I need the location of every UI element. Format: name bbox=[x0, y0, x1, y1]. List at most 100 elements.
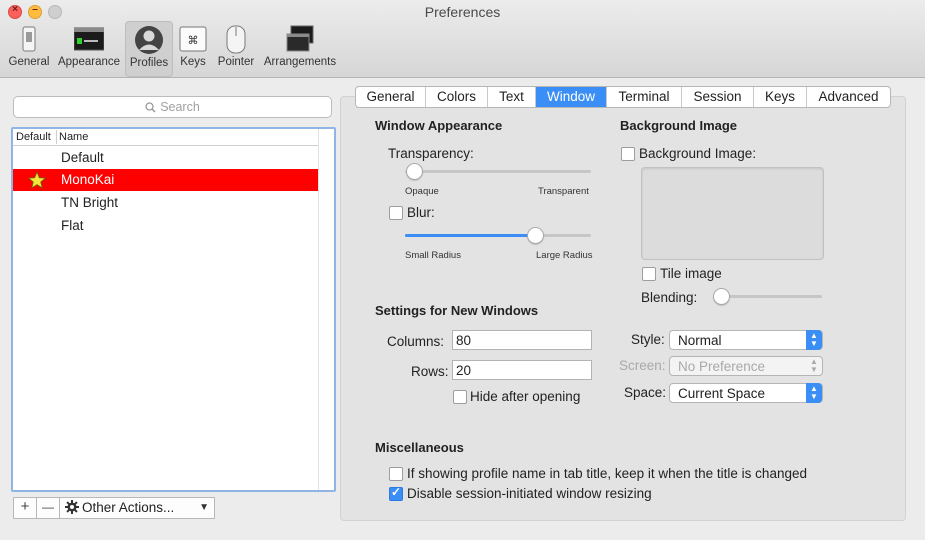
tab-window[interactable]: Window bbox=[536, 87, 607, 107]
background-image-label: Background Image: bbox=[639, 146, 757, 161]
svg-text:⌘: ⌘ bbox=[188, 34, 199, 47]
profile-row-tn-bright[interactable]: TN Bright bbox=[13, 192, 318, 214]
blending-label: Blending: bbox=[641, 290, 698, 305]
slider-track bbox=[405, 170, 591, 173]
toolbar-appearance-label: Appearance bbox=[57, 56, 121, 68]
profile-name: Flat bbox=[61, 218, 84, 233]
profile-tabs: General Colors Text Window Terminal Sess… bbox=[355, 86, 891, 108]
opaque-label: Opaque bbox=[405, 186, 439, 197]
column-divider bbox=[56, 130, 57, 144]
toolbar-profiles[interactable]: Profiles bbox=[125, 21, 173, 77]
toolbar-keys-label: Keys bbox=[180, 56, 206, 68]
user-silhouette-icon bbox=[134, 25, 164, 55]
toolbar-arrangements[interactable]: Arrangements bbox=[262, 21, 338, 75]
tab-text[interactable]: Text bbox=[488, 87, 536, 107]
profile-row-flat[interactable]: Flat bbox=[13, 215, 318, 237]
keep-profile-name-checkbox[interactable] bbox=[389, 467, 403, 481]
background-image-heading: Background Image bbox=[620, 118, 738, 133]
tile-image-checkbox[interactable] bbox=[642, 267, 656, 281]
space-value: Current Space bbox=[678, 386, 766, 401]
gear-icon bbox=[65, 500, 79, 519]
keyboard-key-icon: ⌘ bbox=[178, 24, 208, 54]
other-actions-dropdown[interactable]: Other Actions... ▼ bbox=[59, 497, 215, 519]
toolbar-pointer[interactable]: Pointer bbox=[214, 21, 258, 75]
other-actions-label: Other Actions... bbox=[82, 500, 175, 515]
screen-select: No Preference ▲ ▼ bbox=[669, 356, 823, 376]
miscellaneous-heading: Miscellaneous bbox=[375, 440, 464, 455]
profile-row-monokai[interactable]: MonoKai bbox=[13, 169, 318, 191]
space-label: Space: bbox=[624, 385, 667, 400]
toolbar-general[interactable]: General bbox=[6, 21, 52, 75]
stacked-windows-icon bbox=[285, 24, 315, 54]
add-profile-button[interactable]: + bbox=[13, 497, 37, 519]
chevron-down-icon: ▼ bbox=[199, 502, 209, 513]
window-title: Preferences bbox=[424, 4, 501, 20]
screen-value: No Preference bbox=[678, 359, 766, 374]
search-icon bbox=[145, 102, 156, 113]
style-value: Normal bbox=[678, 333, 722, 348]
updown-chevron-icon: ▲ ▼ bbox=[810, 357, 818, 374]
slider-knob[interactable] bbox=[713, 288, 730, 305]
disable-resizing-label: Disable session-initiated window resizin… bbox=[407, 486, 652, 501]
disable-resizing-checkbox[interactable] bbox=[389, 485, 403, 501]
space-select[interactable]: Current Space ▲ ▼ bbox=[669, 383, 823, 403]
hide-after-opening-label: Hide after opening bbox=[470, 389, 581, 404]
toolbar-general-label: General bbox=[8, 56, 50, 68]
switch-icon bbox=[14, 24, 44, 54]
window-appearance-heading: Window Appearance bbox=[375, 118, 503, 133]
tab-keys[interactable]: Keys bbox=[754, 87, 807, 107]
columns-label: Columns: bbox=[387, 334, 445, 349]
blur-checkbox[interactable] bbox=[389, 206, 403, 220]
keep-profile-name-label: If showing profile name in tab title, ke… bbox=[407, 466, 807, 481]
style-label: Style: bbox=[631, 332, 665, 347]
profile-row-default[interactable]: Default bbox=[13, 147, 318, 169]
background-image-checkbox[interactable] bbox=[621, 147, 635, 161]
columns-field[interactable]: 80 bbox=[452, 330, 592, 350]
rows-field[interactable]: 20 bbox=[452, 360, 592, 380]
default-star-icon bbox=[27, 170, 47, 192]
tab-advanced[interactable]: Advanced bbox=[807, 87, 890, 107]
profile-name: MonoKai bbox=[61, 172, 115, 187]
mouse-icon bbox=[221, 24, 251, 54]
toolbar-keys[interactable]: ⌘ Keys bbox=[176, 21, 210, 75]
slider-knob[interactable] bbox=[527, 227, 544, 244]
tab-general[interactable]: General bbox=[356, 87, 426, 107]
tab-session[interactable]: Session bbox=[682, 87, 754, 107]
small-radius-label: Small Radius bbox=[405, 250, 461, 261]
slider-track bbox=[714, 295, 822, 298]
blur-label: Blur: bbox=[407, 205, 435, 220]
rows-label: Rows: bbox=[411, 364, 449, 379]
title-bar: × – Preferences General Appearance Profi… bbox=[0, 0, 925, 78]
updown-chevron-icon: ▲ ▼ bbox=[806, 383, 822, 403]
toolbar-arrangements-label: Arrangements bbox=[263, 56, 337, 68]
column-header-name[interactable]: Name bbox=[59, 131, 88, 143]
table-scroll-divider bbox=[318, 129, 319, 490]
profile-search-input[interactable]: Search bbox=[13, 96, 332, 118]
profile-name: Default bbox=[61, 150, 104, 165]
column-header-default[interactable]: Default bbox=[16, 131, 51, 143]
remove-profile-button[interactable]: — bbox=[36, 497, 60, 519]
hide-after-opening-checkbox[interactable] bbox=[453, 390, 467, 404]
preferences-window: × – Preferences General Appearance Profi… bbox=[0, 0, 925, 540]
style-select[interactable]: Normal ▲ ▼ bbox=[669, 330, 823, 350]
tab-colors[interactable]: Colors bbox=[426, 87, 488, 107]
slider-fill bbox=[405, 234, 535, 237]
search-placeholder-wrap: Search bbox=[14, 100, 331, 114]
transparency-label: Transparency: bbox=[388, 146, 474, 161]
transparent-label: Transparent bbox=[538, 186, 589, 197]
updown-chevron-icon: ▲ ▼ bbox=[806, 330, 822, 350]
large-radius-label: Large Radius bbox=[536, 250, 593, 261]
tab-terminal[interactable]: Terminal bbox=[607, 87, 682, 107]
screen-label: Screen: bbox=[619, 358, 666, 373]
terminal-window-icon bbox=[73, 24, 105, 54]
slider-knob[interactable] bbox=[406, 163, 423, 180]
toolbar-pointer-label: Pointer bbox=[217, 56, 255, 68]
profiles-table[interactable]: Default Name Default MonoKai TN Bright F… bbox=[11, 127, 336, 492]
toolbar-profiles-label: Profiles bbox=[129, 57, 169, 69]
background-image-well[interactable] bbox=[641, 167, 824, 260]
new-windows-heading: Settings for New Windows bbox=[375, 303, 539, 318]
toolbar-appearance[interactable]: Appearance bbox=[54, 21, 124, 75]
profiles-table-header: Default Name bbox=[13, 129, 318, 146]
tile-image-label: Tile image bbox=[660, 266, 722, 281]
profile-name: TN Bright bbox=[61, 195, 119, 210]
